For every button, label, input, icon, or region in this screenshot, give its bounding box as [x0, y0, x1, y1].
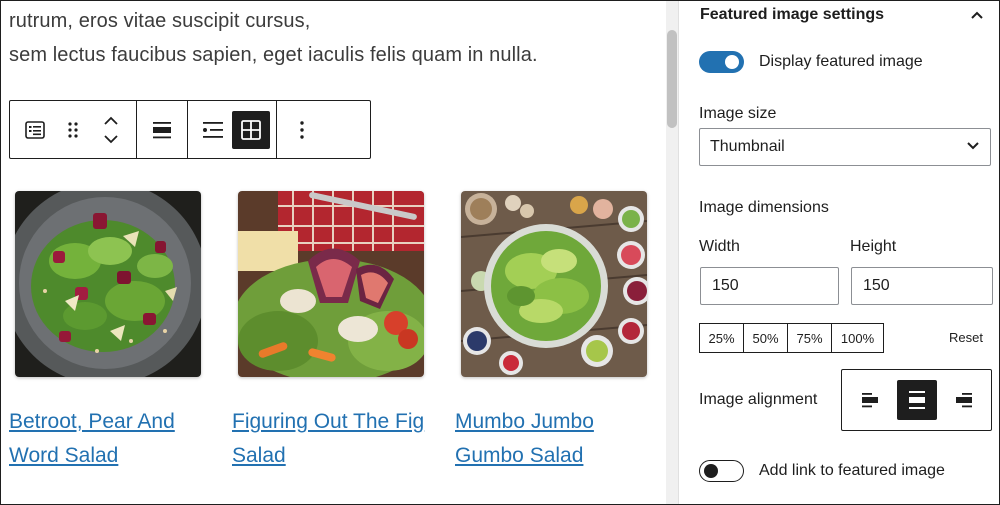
chevron-down-icon — [966, 138, 980, 157]
toolbar-group-view — [188, 101, 277, 158]
display-featured-image-label: Display featured image — [759, 53, 923, 70]
image-size-value: Thumbnail — [710, 138, 785, 155]
panel-title[interactable]: Featured image settings — [700, 6, 884, 24]
settings-sidebar: Featured image settings Display featured… — [679, 1, 999, 504]
height-value: 150 — [863, 277, 890, 294]
image-size-select[interactable]: Thumbnail — [699, 128, 991, 166]
toolbar-group-align — [137, 101, 188, 158]
dimension-presets: 25% 50% 75% 100% — [699, 323, 884, 353]
image-alignment-label: Image alignment — [699, 391, 818, 408]
list-view-icon[interactable] — [194, 111, 232, 149]
align-center-icon[interactable] — [896, 380, 937, 420]
toolbar-group-block — [10, 101, 137, 158]
paragraph-line-2[interactable]: sem lectus faucibus sapien, eget iaculis… — [9, 44, 538, 67]
image-alignment-group — [841, 369, 992, 431]
align-right-icon[interactable] — [944, 380, 984, 420]
latest-posts-block-icon[interactable] — [16, 111, 54, 149]
post-title-1-line-2: Word Salad — [9, 444, 119, 467]
chevron-up-icon[interactable] — [967, 5, 987, 25]
drag-handle-icon[interactable] — [54, 111, 92, 149]
toggle-knob — [704, 463, 718, 478]
post-title-3-line-2: Gumbo Salad — [455, 444, 584, 467]
post-title-link-3[interactable]: Mumbo Jumbo Gumbo Salad — [455, 405, 665, 473]
toggle-knob — [725, 55, 739, 69]
image-dimensions-label: Image dimensions — [699, 199, 829, 216]
width-input[interactable]: 150 — [700, 267, 839, 305]
post-title-3-line-1: Mumbo Jumbo — [455, 410, 594, 433]
grid-view-icon[interactable] — [232, 110, 270, 149]
image-size-label: Image size — [699, 105, 777, 122]
display-featured-image-toggle[interactable] — [699, 51, 744, 73]
post-card-1 — [15, 191, 201, 377]
post-featured-image-3[interactable] — [461, 191, 647, 377]
post-card-3 — [461, 191, 647, 377]
width-label: Width — [699, 238, 740, 255]
height-input[interactable]: 150 — [851, 267, 993, 305]
post-title-1-line-1: Betroot, Pear And — [9, 410, 175, 433]
post-title-link-2[interactable]: Figuring Out The Fig Salad — [232, 405, 442, 473]
width-value: 150 — [712, 277, 739, 294]
align-icon[interactable] — [143, 111, 181, 149]
reset-button[interactable]: Reset — [949, 330, 983, 345]
align-left-icon[interactable] — [850, 380, 890, 420]
preset-25-button[interactable]: 25% — [699, 323, 744, 353]
preset-100-button[interactable]: 100% — [831, 323, 884, 353]
post-featured-image-2[interactable] — [238, 191, 424, 377]
paragraph-line-1[interactable]: rutrum, eros vitae suscipit cursus, — [9, 10, 310, 33]
height-label: Height — [850, 238, 897, 255]
post-title-link-1[interactable]: Betroot, Pear And Word Salad — [9, 405, 219, 473]
editor-canvas: rutrum, eros vitae suscipit cursus, sem … — [1, 1, 666, 504]
post-card-2 — [238, 191, 424, 377]
post-title-2-line-1: Figuring Out The Fig — [232, 410, 425, 433]
preset-75-button[interactable]: 75% — [787, 323, 832, 353]
block-toolbar — [9, 100, 371, 159]
add-link-label: Add link to featured image — [759, 462, 945, 479]
move-up-down-icon[interactable] — [92, 111, 130, 149]
add-link-toggle[interactable] — [699, 460, 744, 482]
post-featured-image-1[interactable] — [15, 191, 201, 377]
post-title-2-line-2: Salad — [232, 444, 286, 467]
more-options-icon[interactable] — [283, 111, 321, 149]
preset-50-button[interactable]: 50% — [743, 323, 788, 353]
editor-scrollbar-thumb[interactable] — [667, 30, 677, 128]
toolbar-group-more — [277, 101, 327, 158]
